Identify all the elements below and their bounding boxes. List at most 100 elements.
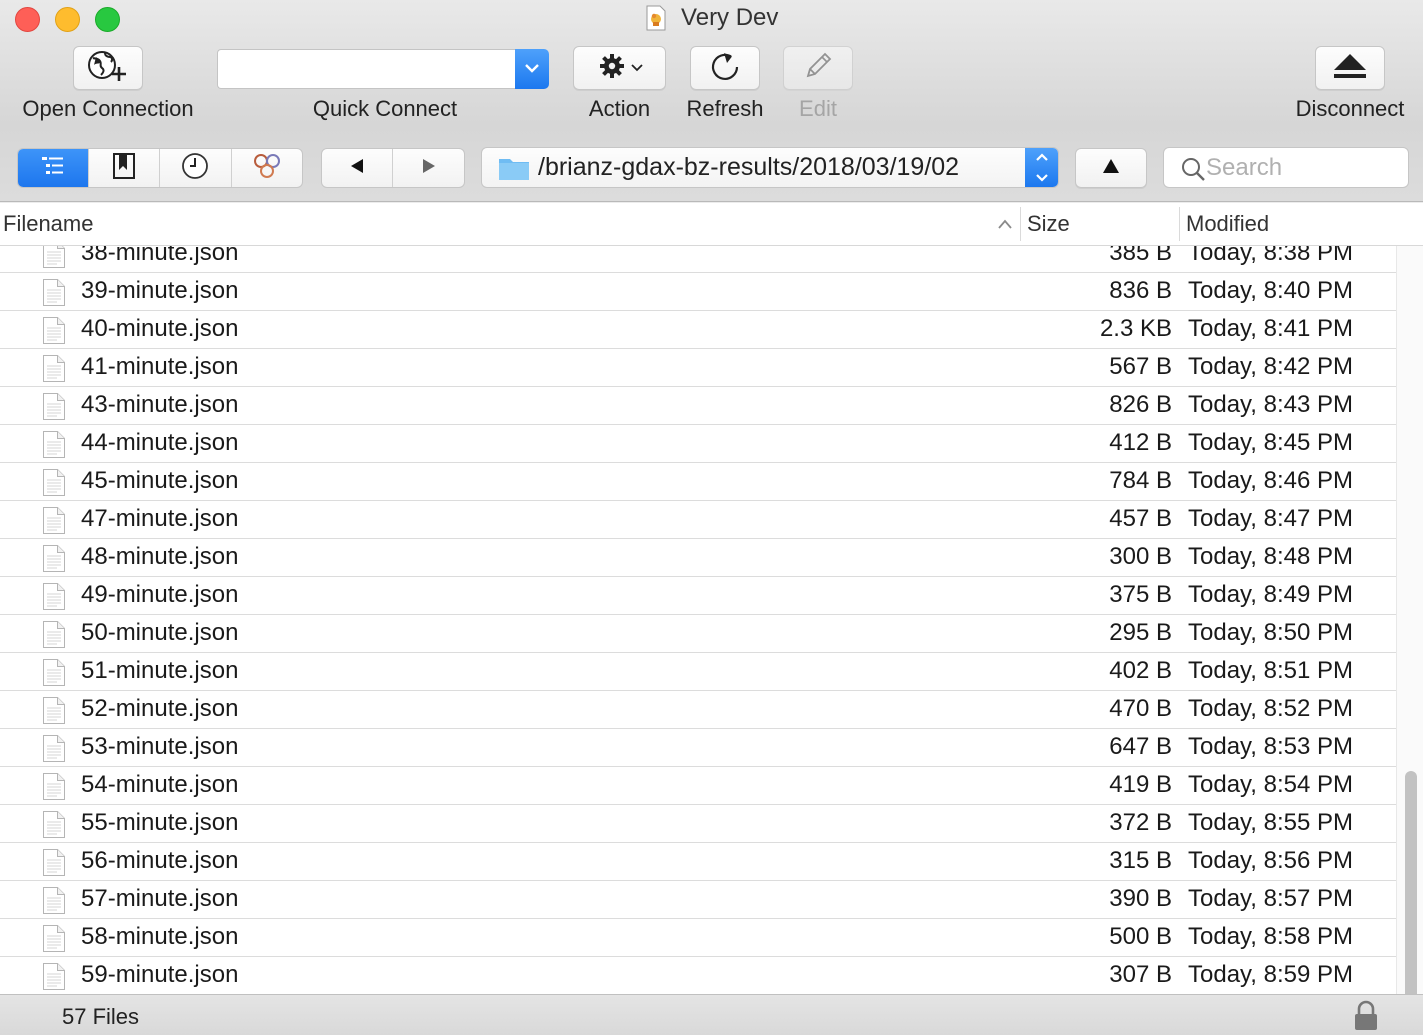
scroll-thumb[interactable] [1405, 771, 1417, 994]
file-name: 52-minute.json [81, 695, 239, 722]
file-name: 50-minute.json [81, 619, 239, 646]
path-stepper[interactable] [1025, 148, 1058, 187]
file-browser-table: Filename Size Modified 38-minute.json 385… [0, 203, 1423, 994]
table-row[interactable]: 51-minute.json 402 B Today, 8:51 PM [0, 653, 1396, 691]
file-name: 51-minute.json [81, 657, 239, 684]
window-title: Very Dev [681, 4, 779, 31]
json-file-icon [42, 544, 66, 573]
json-file-icon [42, 430, 66, 459]
history-navigation [321, 148, 465, 188]
file-modified: Today, 8:54 PM [1188, 771, 1353, 798]
open-connection-button[interactable] [73, 46, 143, 90]
file-count: 57 Files [62, 1004, 140, 1029]
json-file-icon [42, 734, 66, 763]
table-row[interactable]: 40-minute.json 2.3 KB Today, 8:41 PM [0, 311, 1396, 349]
table-row[interactable]: 44-minute.json 412 B Today, 8:45 PM [0, 425, 1396, 463]
table-row[interactable]: 52-minute.json 470 B Today, 8:52 PM [0, 691, 1396, 729]
table-header: Filename Size Modified [0, 203, 1423, 246]
refresh-label: Refresh [686, 96, 764, 121]
file-name: 44-minute.json [81, 429, 239, 456]
column-header-filename[interactable]: Filename [3, 211, 93, 237]
search-icon [1180, 156, 1206, 187]
file-size: 300 B [1109, 543, 1172, 570]
file-size: 470 B [1109, 695, 1172, 722]
file-size: 295 B [1109, 619, 1172, 646]
search-input[interactable] [1206, 153, 1396, 182]
bookmarks-tab[interactable] [89, 149, 160, 187]
table-row[interactable]: 53-minute.json 647 B Today, 8:53 PM [0, 729, 1396, 767]
window-toolbar: Very Dev Open Connection Quick Connect A… [0, 0, 1423, 202]
file-size: 402 B [1109, 657, 1172, 684]
file-modified: Today, 8:52 PM [1188, 695, 1353, 722]
file-size: 375 B [1109, 581, 1172, 608]
table-row[interactable]: 58-minute.json 500 B Today, 8:58 PM [0, 919, 1396, 957]
chevron-down-icon [1035, 169, 1049, 187]
table-row[interactable]: 50-minute.json 295 B Today, 8:50 PM [0, 615, 1396, 653]
file-modified: Today, 8:56 PM [1188, 847, 1353, 874]
column-divider[interactable] [1179, 207, 1180, 241]
folder-icon [498, 155, 530, 181]
table-row[interactable]: 45-minute.json 784 B Today, 8:46 PM [0, 463, 1396, 501]
back-button[interactable] [322, 149, 393, 187]
parent-directory-button[interactable] [1075, 148, 1147, 188]
table-row[interactable]: 54-minute.json 419 B Today, 8:54 PM [0, 767, 1396, 805]
table-row[interactable]: 56-minute.json 315 B Today, 8:56 PM [0, 843, 1396, 881]
table-row[interactable]: 49-minute.json 375 B Today, 8:49 PM [0, 577, 1396, 615]
table-row[interactable]: 43-minute.json 826 B Today, 8:43 PM [0, 387, 1396, 425]
file-size: 826 B [1109, 391, 1172, 418]
table-row[interactable]: 55-minute.json 372 B Today, 8:55 PM [0, 805, 1396, 843]
file-name: 59-minute.json [81, 961, 239, 988]
column-header-modified[interactable]: Modified [1186, 211, 1269, 237]
file-size: 307 B [1109, 961, 1172, 988]
file-modified: Today, 8:42 PM [1188, 353, 1353, 380]
up-arrow-icon [1102, 158, 1120, 179]
file-modified: Today, 8:55 PM [1188, 809, 1353, 836]
refresh-icon [709, 50, 741, 87]
json-file-icon [42, 316, 66, 345]
browser-view-tab[interactable] [18, 149, 89, 187]
quick-connect-dropdown-button[interactable] [515, 49, 549, 89]
search-field[interactable] [1163, 147, 1409, 188]
file-modified: Today, 8:51 PM [1188, 657, 1353, 684]
forward-button[interactable] [393, 149, 464, 187]
file-size: 419 B [1109, 771, 1172, 798]
file-modified: Today, 8:53 PM [1188, 733, 1353, 760]
file-name: 49-minute.json [81, 581, 239, 608]
quick-connect-input[interactable] [217, 49, 515, 89]
file-name: 41-minute.json [81, 353, 239, 380]
action-menu-button[interactable] [573, 46, 666, 90]
table-row[interactable]: 59-minute.json 307 B Today, 8:59 PM [0, 957, 1396, 994]
file-name: 56-minute.json [81, 847, 239, 874]
disconnect-button[interactable] [1315, 46, 1385, 90]
vertical-scrollbar[interactable] [1396, 246, 1423, 994]
path-popup[interactable]: /brianz-gdax-bz-results/2018/03/19/02 [481, 147, 1059, 188]
document-proxy-icon [645, 5, 667, 31]
json-file-icon [42, 924, 66, 953]
file-modified: Today, 8:57 PM [1188, 885, 1353, 912]
history-tab[interactable] [160, 149, 232, 187]
pencil-icon [801, 49, 835, 88]
file-modified: Today, 8:59 PM [1188, 961, 1353, 988]
quick-connect-label: Quick Connect [312, 96, 458, 121]
column-divider[interactable] [1020, 207, 1021, 241]
column-header-size[interactable]: Size [1027, 211, 1070, 237]
bonjour-tab[interactable] [232, 149, 303, 187]
table-row[interactable]: 39-minute.json 836 B Today, 8:40 PM [0, 273, 1396, 311]
table-row[interactable]: 48-minute.json 300 B Today, 8:48 PM [0, 539, 1396, 577]
file-name: 47-minute.json [81, 505, 239, 532]
json-file-icon [42, 354, 66, 383]
clock-icon [181, 152, 209, 185]
table-row[interactable]: 57-minute.json 390 B Today, 8:57 PM [0, 881, 1396, 919]
json-file-icon [42, 468, 66, 497]
file-name: 39-minute.json [81, 277, 239, 304]
table-row[interactable]: 47-minute.json 457 B Today, 8:47 PM [0, 501, 1396, 539]
current-path: /brianz-gdax-bz-results/2018/03/19/02 [538, 153, 960, 181]
file-size: 457 B [1109, 505, 1172, 532]
edit-button[interactable] [783, 46, 853, 90]
table-row[interactable]: 41-minute.json 567 B Today, 8:42 PM [0, 349, 1396, 387]
quick-connect-combo[interactable] [217, 49, 549, 89]
refresh-button[interactable] [690, 46, 760, 90]
json-file-icon [42, 620, 66, 649]
gear-icon [597, 51, 627, 86]
file-size: 567 B [1109, 353, 1172, 380]
